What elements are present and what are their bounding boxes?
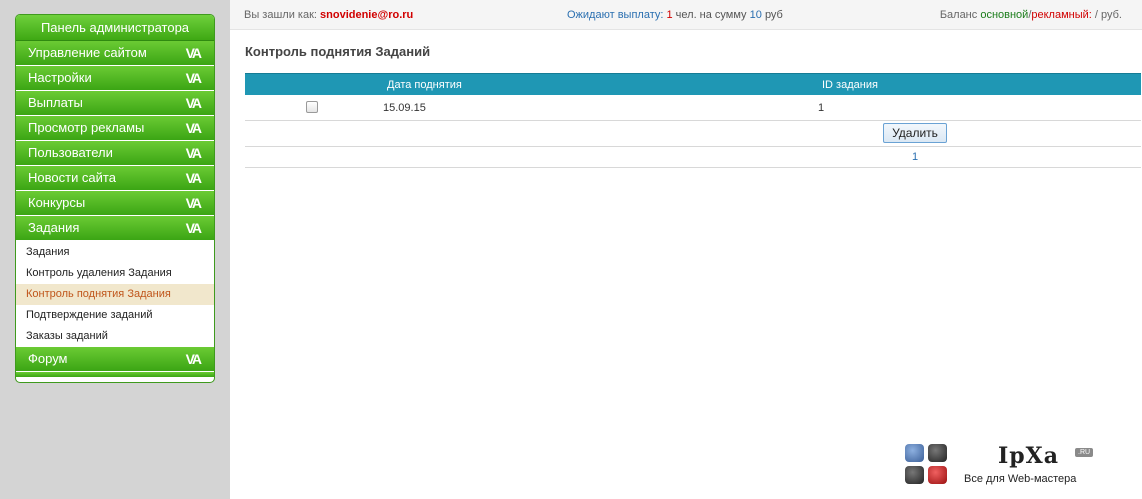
chevron-toggle-icon: VA <box>185 45 202 61</box>
page-link[interactable]: 1 <box>912 151 918 163</box>
ipxa-logo: IpXa .RU Все для Web-мастера <box>903 443 1103 493</box>
menu-item-label: Просмотр рекламы <box>28 120 145 135</box>
menu-item-ad-views[interactable]: Просмотр рекламы VA <box>16 116 214 141</box>
pending-payouts: Ожидают выплату: 1 чел. на сумму 10 руб <box>567 9 783 21</box>
submenu-item-delete-control[interactable]: Контроль удаления Задания <box>16 263 214 284</box>
logo-tile-black-icon <box>905 466 924 484</box>
row-checkbox[interactable] <box>306 101 318 113</box>
submenu-item-tasks[interactable]: Задания <box>16 242 214 263</box>
logo-subtitle: Все для Web-мастера <box>964 473 1077 485</box>
panel-footer <box>16 372 214 377</box>
row-date: 15.09.15 <box>383 102 426 114</box>
menu-item-label: Конкурсы <box>28 195 86 210</box>
logo-name: IpXa <box>998 443 1059 469</box>
menu-item-forum[interactable]: Форум VA <box>16 347 214 372</box>
menu-item-label: Выплаты <box>28 95 83 110</box>
logged-in-info: Вы зашли как: snovidenie@ro.ru <box>244 9 413 21</box>
tasks-submenu: Задания Контроль удаления Задания Контро… <box>16 241 214 347</box>
logo-tile-blue-icon <box>905 444 924 462</box>
menu-item-label: Форум <box>28 351 68 366</box>
chevron-toggle-icon: VA <box>185 95 202 111</box>
submenu-item-raise-control[interactable]: Контроль поднятия Задания <box>16 284 214 305</box>
pending-currency: руб <box>764 9 783 21</box>
balance-info: Баланс основной/рекламный: / руб. <box>940 9 1122 21</box>
menu-item-label: Задания <box>28 220 80 235</box>
menu-item-label: Новости сайта <box>28 170 116 185</box>
submenu-item-confirmation[interactable]: Подтверждение заданий <box>16 305 214 326</box>
menu-item-tasks[interactable]: Задания VA <box>16 216 214 241</box>
logged-in-label: Вы зашли как: <box>244 9 317 21</box>
menu-item-label: Управление сайтом <box>28 45 147 60</box>
balance-main-label: основной <box>980 9 1029 21</box>
column-header-id: ID задания <box>822 79 878 91</box>
panel-title: Панель администратора <box>16 15 214 41</box>
menu-item-payouts[interactable]: Выплаты VA <box>16 91 214 116</box>
raise-control-table: Дата поднятия ID задания 15.09.15 1 Удал… <box>245 73 1141 168</box>
pending-mid-text: чел. на сумму <box>675 9 747 21</box>
logo-tile-black-icon <box>928 444 947 462</box>
admin-panel: Панель администратора Управление сайтом … <box>15 14 215 383</box>
menu-item-contests[interactable]: Конкурсы VA <box>16 191 214 216</box>
table-header: Дата поднятия ID задания <box>245 73 1141 95</box>
page-title: Контроль поднятия Заданий <box>245 44 431 59</box>
table-row: 15.09.15 1 <box>245 95 1141 121</box>
chevron-toggle-icon: VA <box>185 70 202 86</box>
chevron-toggle-icon: VA <box>185 170 202 186</box>
balance-label: Баланс <box>939 9 978 21</box>
pagination: 1 <box>245 147 1141 168</box>
logo-tld: .RU <box>1075 448 1094 457</box>
menu-item-label: Пользователи <box>28 145 113 160</box>
submenu-item-orders[interactable]: Заказы заданий <box>16 326 214 347</box>
pending-label[interactable]: Ожидают выплату: <box>567 9 663 21</box>
top-bar: Вы зашли как: snovidenie@ro.ru Ожидают в… <box>230 0 1142 30</box>
menu-item-label: Настройки <box>28 70 92 85</box>
sidebar: Панель администратора Управление сайтом … <box>0 0 230 499</box>
balance-value: / руб. <box>1094 9 1122 21</box>
menu-item-site-management[interactable]: Управление сайтом VA <box>16 41 214 66</box>
chevron-toggle-icon: VA <box>185 145 202 161</box>
menu-item-settings[interactable]: Настройки VA <box>16 66 214 91</box>
chevron-toggle-icon: VA <box>185 220 202 236</box>
chevron-toggle-icon: VA <box>185 120 202 136</box>
column-header-date: Дата поднятия <box>387 79 462 91</box>
username[interactable]: snovidenie@ro.ru <box>320 9 413 21</box>
menu-item-news[interactable]: Новости сайта VA <box>16 166 214 191</box>
row-id: 1 <box>818 102 825 114</box>
chevron-toggle-icon: VA <box>185 195 202 211</box>
delete-button[interactable]: Удалить <box>883 123 947 143</box>
balance-ad-label: рекламный: <box>1031 9 1092 21</box>
action-row: Удалить <box>245 121 1141 147</box>
pending-amount: 10 <box>749 9 762 21</box>
logo-tile-red-icon <box>928 466 947 484</box>
pending-count: 1 <box>666 9 673 21</box>
chevron-toggle-icon: VA <box>185 351 202 367</box>
menu-item-users[interactable]: Пользователи VA <box>16 141 214 166</box>
